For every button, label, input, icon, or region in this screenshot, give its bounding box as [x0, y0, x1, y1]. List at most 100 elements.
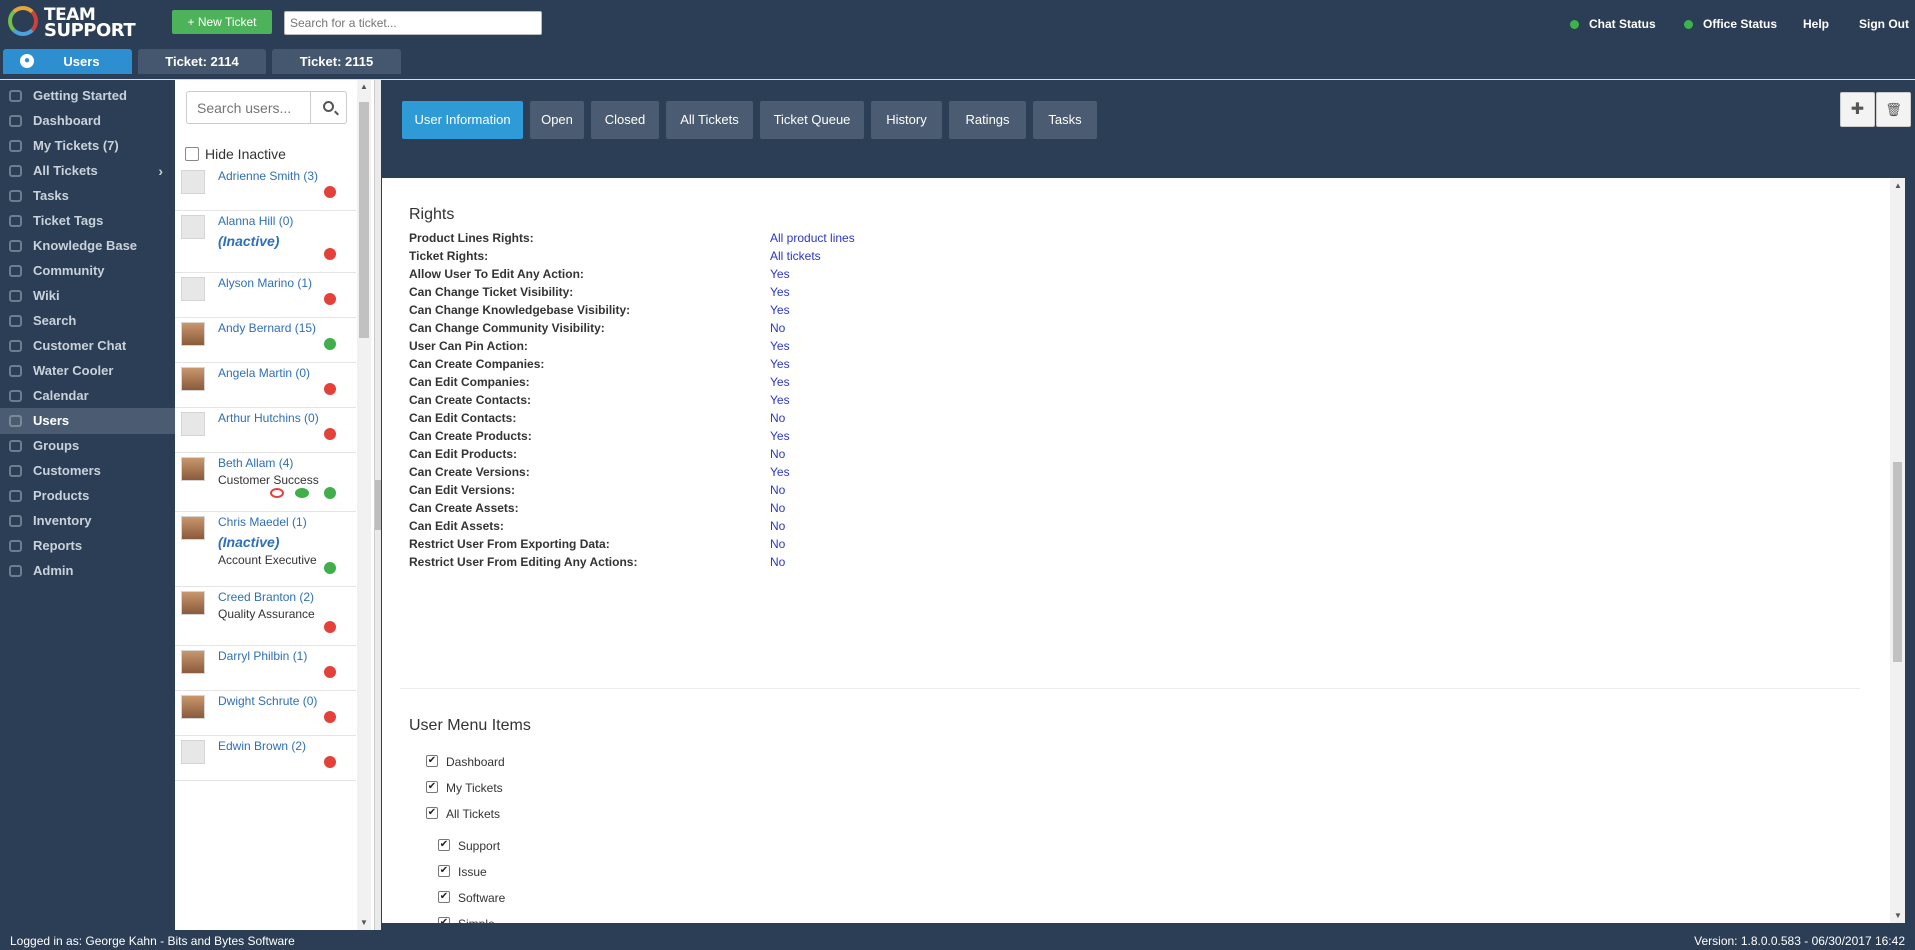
menu-checkbox[interactable]: ✔: [438, 891, 450, 903]
tab-history[interactable]: History: [871, 101, 942, 139]
menu-checkbox[interactable]: ✔: [426, 781, 438, 793]
scroll-up-arrow-icon[interactable]: ▲: [1894, 181, 1902, 190]
user-search-input[interactable]: [186, 91, 310, 124]
menu-checkbox[interactable]: ✔: [438, 839, 450, 851]
scroll-up-arrow-icon[interactable]: ▲: [360, 82, 368, 91]
sidebar-item-reports[interactable]: Reports: [0, 533, 175, 559]
sidebar-item-inventory[interactable]: Inventory: [0, 508, 175, 534]
list-item[interactable]: Darryl Philbin (1): [175, 646, 356, 691]
user-name-link[interactable]: Dwight Schrute (0): [218, 694, 317, 708]
sidebar-item-customers[interactable]: Customers: [0, 458, 175, 484]
menu-checkbox[interactable]: ✔: [438, 865, 450, 877]
tab-ticket-2114[interactable]: Ticket: 2114: [138, 49, 266, 74]
user-name-link[interactable]: Beth Allam (4): [218, 456, 293, 470]
rights-value[interactable]: All product lines: [770, 231, 855, 245]
rights-value[interactable]: Yes: [770, 357, 790, 371]
rights-value[interactable]: No: [770, 501, 785, 515]
user-name-link[interactable]: Alanna Hill (0): [218, 214, 293, 228]
list-item[interactable]: Dwight Schrute (0): [175, 691, 356, 736]
list-item[interactable]: Beth Allam (4) Customer Success: [175, 453, 356, 512]
rights-value[interactable]: No: [770, 537, 785, 551]
rights-value[interactable]: No: [770, 519, 785, 533]
sidebar-item-water-cooler[interactable]: Water Cooler: [0, 358, 175, 384]
rights-value[interactable]: Yes: [770, 375, 790, 389]
sidebar-item-ticket-tags[interactable]: Ticket Tags: [0, 208, 175, 234]
tab-ticket-queue[interactable]: Ticket Queue: [760, 101, 864, 139]
new-ticket-button[interactable]: + New Ticket: [172, 10, 272, 34]
tab-ratings[interactable]: Ratings: [949, 101, 1026, 139]
user-name-link[interactable]: Arthur Hutchins (0): [218, 411, 319, 425]
tab-users[interactable]: ● Users: [3, 49, 132, 74]
office-status-toggle[interactable]: Office Status: [1684, 17, 1777, 31]
list-item[interactable]: Alyson Marino (1): [175, 273, 356, 318]
sidebar-item-calendar[interactable]: Calendar: [0, 383, 175, 409]
sidebar-item-my-tickets-7[interactable]: My Tickets (7): [0, 133, 175, 159]
delete-button[interactable]: 🗑: [1876, 92, 1911, 127]
add-button[interactable]: ✚: [1840, 92, 1875, 127]
sidebar-item-products[interactable]: Products: [0, 483, 175, 509]
list-item[interactable]: Andy Bernard (15): [175, 318, 356, 363]
rights-value[interactable]: Yes: [770, 267, 790, 281]
user-name-link[interactable]: Angela Martin (0): [218, 366, 310, 380]
user-name-link[interactable]: Adrienne Smith (3): [218, 169, 318, 183]
tab-tasks[interactable]: Tasks: [1033, 101, 1097, 139]
help-link[interactable]: Help: [1803, 17, 1829, 31]
user-name-link[interactable]: Edwin Brown (2): [218, 739, 306, 753]
user-name-link[interactable]: Chris Maedel (1): [218, 515, 307, 529]
sign-out-link[interactable]: Sign Out: [1859, 17, 1909, 31]
list-item[interactable]: Angela Martin (0): [175, 363, 356, 408]
rights-value[interactable]: Yes: [770, 303, 790, 317]
user-name-link[interactable]: Andy Bernard (15): [218, 321, 316, 335]
sidebar-item-customer-chat[interactable]: Customer Chat: [0, 333, 175, 359]
rights-value[interactable]: No: [770, 411, 785, 425]
sidebar-item-all-tickets[interactable]: All Tickets ›: [0, 158, 175, 184]
scroll-down-arrow-icon[interactable]: ▼: [1894, 911, 1902, 920]
list-item[interactable]: Alanna Hill (0) (Inactive): [175, 211, 356, 273]
list-item[interactable]: Creed Branton (2) Quality Assurance: [175, 587, 356, 646]
user-list-scrollbar[interactable]: ▲ ▼: [357, 80, 371, 930]
rights-value[interactable]: Yes: [770, 465, 790, 479]
rights-value[interactable]: No: [770, 555, 785, 569]
list-item[interactable]: Adrienne Smith (3): [175, 166, 356, 211]
sidebar-item-knowledge-base[interactable]: Knowledge Base: [0, 233, 175, 259]
rights-value[interactable]: No: [770, 321, 785, 335]
sidebar-item-groups[interactable]: Groups: [0, 433, 175, 459]
hide-inactive-box[interactable]: [185, 147, 199, 161]
comment-icon[interactable]: [295, 488, 309, 498]
rights-value[interactable]: Yes: [770, 393, 790, 407]
tab-open[interactable]: Open: [530, 101, 584, 139]
menu-checkbox[interactable]: ✔: [426, 807, 438, 819]
sidebar-item-tasks[interactable]: Tasks: [0, 183, 175, 209]
user-list-scroll-thumb[interactable]: [359, 102, 369, 338]
rights-value[interactable]: No: [770, 483, 785, 497]
list-item[interactable]: Edwin Brown (2): [175, 736, 356, 781]
user-search-button[interactable]: [310, 91, 347, 124]
rights-value[interactable]: All tickets: [770, 249, 821, 263]
user-name-link[interactable]: Alyson Marino (1): [218, 276, 312, 290]
sidebar-item-users[interactable]: Users: [0, 408, 175, 434]
sidebar-item-getting-started[interactable]: Getting Started: [0, 83, 175, 109]
scroll-down-arrow-icon[interactable]: ▼: [360, 918, 368, 927]
chevron-right-icon[interactable]: ›: [158, 158, 163, 184]
sidebar-item-wiki[interactable]: Wiki: [0, 283, 175, 309]
rights-value[interactable]: Yes: [770, 339, 790, 353]
list-item[interactable]: Arthur Hutchins (0): [175, 408, 356, 453]
rights-value[interactable]: Yes: [770, 285, 790, 299]
ticket-search-input[interactable]: [284, 11, 542, 35]
chat-bubble-icon[interactable]: [270, 488, 284, 498]
sidebar-item-community[interactable]: Community: [0, 258, 175, 284]
sidebar-item-dashboard[interactable]: Dashboard: [0, 108, 175, 134]
rights-value[interactable]: No: [770, 447, 785, 461]
sidebar-item-search[interactable]: Search: [0, 308, 175, 334]
menu-checkbox[interactable]: ✔: [438, 917, 450, 923]
tab-ticket-2115[interactable]: Ticket: 2115: [272, 49, 401, 74]
user-name-link[interactable]: Creed Branton (2): [218, 590, 314, 604]
tab-user-information[interactable]: User Information: [402, 101, 523, 139]
content-scroll-thumb[interactable]: [1893, 462, 1902, 662]
content-scrollbar[interactable]: ▲ ▼: [1890, 178, 1905, 923]
user-name-link[interactable]: Darryl Philbin (1): [218, 649, 307, 663]
tab-closed[interactable]: Closed: [591, 101, 659, 139]
rights-value[interactable]: Yes: [770, 429, 790, 443]
team-support-logo[interactable]: TEAM SUPPORT: [6, 3, 152, 41]
sidebar-item-admin[interactable]: Admin: [0, 558, 175, 584]
